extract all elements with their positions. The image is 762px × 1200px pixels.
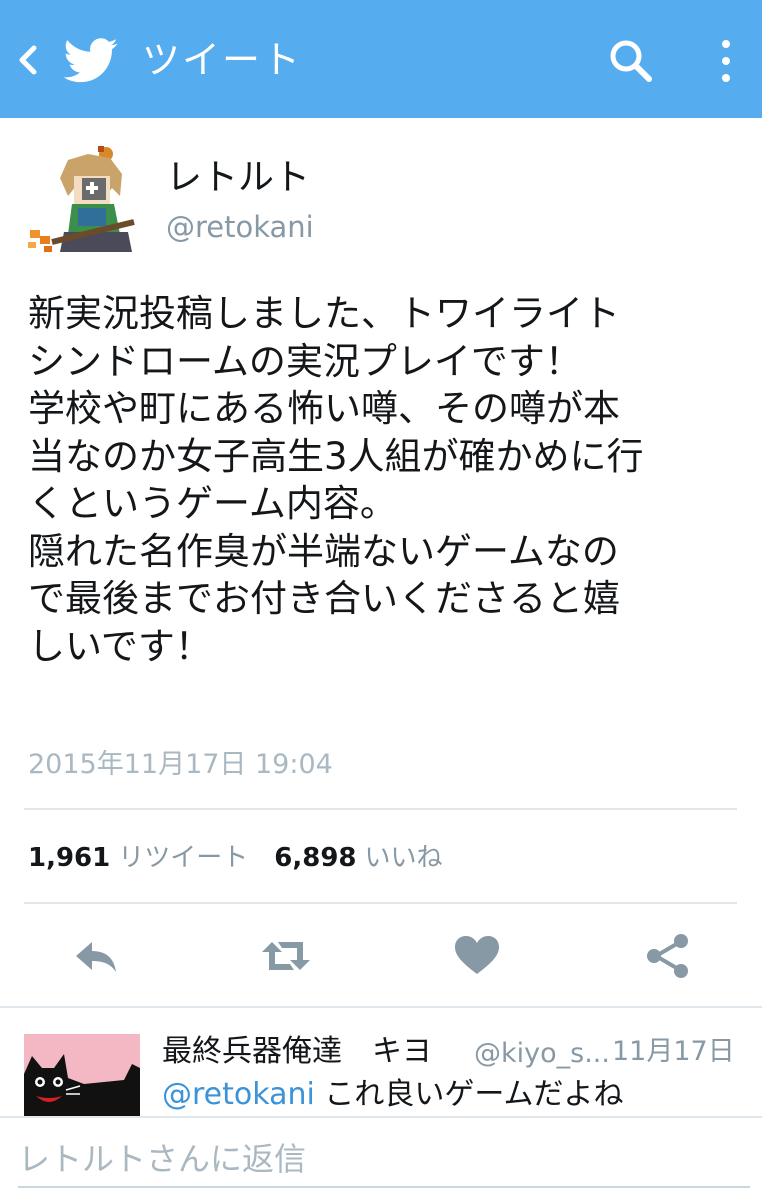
- reply-author-name[interactable]: 最終兵器俺達 キヨ: [162, 1032, 432, 1072]
- back-chevron-icon[interactable]: [10, 38, 46, 82]
- divider: [24, 902, 737, 904]
- retweet-icon[interactable]: [260, 930, 312, 982]
- reply-date: 11月17日: [612, 1036, 735, 1067]
- author-avatar[interactable]: [24, 138, 142, 262]
- tweet-text: 新実況投稿しました、トワイライト シンドロームの実況プレイです！ 学校や町にある…: [28, 290, 748, 670]
- tweet-text-line: 新実況投稿しました、トワイライト: [28, 292, 620, 335]
- overflow-menu-icon[interactable]: [706, 34, 746, 88]
- retweet-label[interactable]: リツイート: [118, 843, 248, 873]
- retweet-count[interactable]: 1,961: [28, 843, 110, 873]
- like-count[interactable]: 6,898: [274, 843, 356, 873]
- tweet-text-line: 学校や町にある怖い噂、その噂が本: [28, 387, 620, 430]
- reply-text: @retokani これ良いゲームだよね: [162, 1074, 623, 1116]
- divider: [24, 808, 737, 810]
- reply-icon[interactable]: [70, 930, 122, 982]
- divider: [0, 1006, 762, 1008]
- reply-input[interactable]: [18, 1128, 744, 1190]
- page-title: ツイート: [142, 38, 303, 82]
- tweet-timestamp: 2015年11月17日 19:04: [28, 749, 333, 780]
- like-label[interactable]: いいね: [365, 843, 443, 873]
- tweet-stats: 1,961 リツイート 6,898 いいね: [28, 840, 469, 876]
- reply-mention-link[interactable]: @retokani: [162, 1077, 315, 1112]
- tweet-text-line: で最後までお付き合いくださると嬉: [28, 577, 620, 620]
- reply-author-avatar[interactable]: [24, 1034, 140, 1116]
- heart-icon[interactable]: [451, 930, 503, 982]
- tweet-text-line: 当なのか女子高生3人組が確かめに行: [28, 434, 644, 478]
- author-handle[interactable]: @retokani: [166, 208, 314, 246]
- reply-author-handle[interactable]: @kiyo_s...: [474, 1036, 610, 1072]
- tweet-text-line: シンドロームの実況プレイです！: [28, 339, 582, 383]
- tweet-text-line: くというゲーム内容。: [28, 482, 397, 525]
- reply-text-body: これ良いゲームだよね: [314, 1077, 624, 1112]
- twitter-bird-icon: [63, 38, 118, 83]
- author-name[interactable]: レトルト: [166, 156, 310, 200]
- reply-input-underline: [18, 1186, 750, 1188]
- share-icon[interactable]: [642, 930, 694, 982]
- tweet-text-line: 隠れた名作臭が半端ないゲームなの: [28, 529, 619, 573]
- search-icon[interactable]: [604, 34, 658, 88]
- app-bar: ツイート: [0, 0, 762, 118]
- tweet-text-line: しいです！: [28, 624, 212, 668]
